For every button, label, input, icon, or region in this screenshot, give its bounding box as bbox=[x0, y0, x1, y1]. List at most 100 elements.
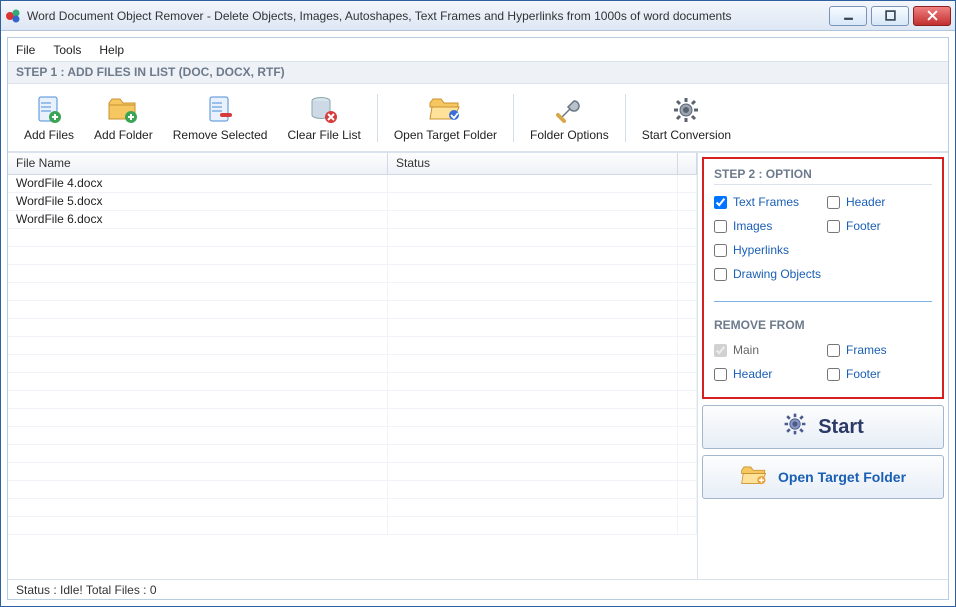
content-area: File Name Status WordFile 4.docxWordFile… bbox=[8, 152, 948, 579]
start-conversion-label: Start Conversion bbox=[642, 128, 731, 142]
remove-from-footer[interactable]: Footer bbox=[827, 367, 932, 381]
menu-file[interactable]: File bbox=[16, 43, 35, 57]
checkbox-images[interactable] bbox=[714, 220, 727, 233]
toolbar-separator bbox=[625, 94, 626, 142]
open-target-folder-label: Open Target Folder bbox=[394, 128, 497, 142]
folder-options-button[interactable]: Folder Options bbox=[522, 90, 617, 146]
table-row bbox=[8, 391, 697, 409]
table-row bbox=[8, 283, 697, 301]
table-row bbox=[8, 319, 697, 337]
table-row[interactable]: WordFile 6.docx bbox=[8, 211, 697, 229]
checkbox-rf-frames[interactable] bbox=[827, 344, 840, 357]
cell-file-name: WordFile 5.docx bbox=[8, 193, 388, 210]
checkbox-text-frames[interactable] bbox=[714, 196, 727, 209]
cell-status bbox=[388, 301, 678, 318]
cell-file-name bbox=[8, 265, 388, 282]
table-row[interactable]: WordFile 4.docx bbox=[8, 175, 697, 193]
open-target-label: Open Target Folder bbox=[778, 469, 906, 485]
step2-header: STEP 2 : OPTION bbox=[714, 167, 932, 185]
cell-status bbox=[388, 463, 678, 480]
open-target-folder-button[interactable]: Open Target Folder bbox=[386, 90, 505, 146]
app-window: Word Document Object Remover - Delete Ob… bbox=[0, 0, 956, 607]
table-row bbox=[8, 445, 697, 463]
cell-file-name bbox=[8, 319, 388, 336]
cell-file-name bbox=[8, 463, 388, 480]
maximize-button[interactable] bbox=[871, 6, 909, 26]
cell-status bbox=[388, 211, 678, 228]
folder-open-icon bbox=[740, 465, 768, 490]
folder-open-icon bbox=[428, 94, 462, 126]
cell-file-name bbox=[8, 247, 388, 264]
cell-file-name bbox=[8, 517, 388, 534]
remove-from-header[interactable]: Header bbox=[714, 367, 819, 381]
gear-icon bbox=[671, 94, 701, 126]
option-hyperlinks[interactable]: Hyperlinks bbox=[714, 243, 932, 257]
table-row[interactable]: WordFile 5.docx bbox=[8, 193, 697, 211]
checkbox-drawing-objects[interactable] bbox=[714, 268, 727, 281]
file-list[interactable]: WordFile 4.docxWordFile 5.docxWordFile 6… bbox=[8, 175, 697, 579]
option-header[interactable]: Header bbox=[827, 195, 932, 209]
start-conversion-button[interactable]: Start Conversion bbox=[634, 90, 739, 146]
cell-status bbox=[388, 373, 678, 390]
menu-tools[interactable]: Tools bbox=[53, 43, 81, 57]
close-button[interactable] bbox=[913, 6, 951, 26]
folder-options-label: Folder Options bbox=[530, 128, 609, 142]
cell-file-name: WordFile 4.docx bbox=[8, 175, 388, 192]
remove-from-frames[interactable]: Frames bbox=[827, 343, 932, 357]
checkbox-rf-footer[interactable] bbox=[827, 368, 840, 381]
remove-from-main[interactable]: Main bbox=[714, 343, 819, 357]
cell-status bbox=[388, 175, 678, 192]
toolbar-separator bbox=[513, 94, 514, 142]
status-text: Status : Idle! Total Files : 0 bbox=[16, 583, 157, 597]
remove-selected-label: Remove Selected bbox=[173, 128, 268, 142]
option-images[interactable]: Images bbox=[714, 219, 819, 233]
cell-status bbox=[388, 337, 678, 354]
app-icon bbox=[5, 8, 21, 24]
table-row bbox=[8, 355, 697, 373]
table-row bbox=[8, 373, 697, 391]
inner-frame: File Tools Help STEP 1 : ADD FILES IN LI… bbox=[7, 37, 949, 600]
option-footer[interactable]: Footer bbox=[827, 219, 932, 233]
cell-status bbox=[388, 445, 678, 462]
cell-file-name bbox=[8, 337, 388, 354]
add-folder-button[interactable]: Add Folder bbox=[86, 90, 161, 146]
cell-status bbox=[388, 247, 678, 264]
menubar: File Tools Help bbox=[8, 38, 948, 62]
file-remove-icon bbox=[206, 94, 234, 126]
add-folder-label: Add Folder bbox=[94, 128, 153, 142]
titlebar: Word Document Object Remover - Delete Ob… bbox=[1, 1, 955, 31]
option-drawing-objects[interactable]: Drawing Objects bbox=[714, 267, 932, 281]
cell-file-name bbox=[8, 481, 388, 498]
add-files-button[interactable]: Add Files bbox=[16, 90, 82, 146]
cell-status bbox=[388, 193, 678, 210]
toolbar: Add Files Add Folder Remove Selected Cle… bbox=[8, 84, 948, 152]
cell-status bbox=[388, 517, 678, 534]
minimize-button[interactable] bbox=[829, 6, 867, 26]
start-button[interactable]: Start bbox=[702, 405, 944, 449]
option-text-frames[interactable]: Text Frames bbox=[714, 195, 819, 209]
table-row bbox=[8, 463, 697, 481]
toolbar-separator bbox=[377, 94, 378, 142]
checkbox-header[interactable] bbox=[827, 196, 840, 209]
folder-add-icon bbox=[107, 94, 139, 126]
cell-status bbox=[388, 283, 678, 300]
clear-file-list-button[interactable]: Clear File List bbox=[279, 90, 368, 146]
cell-file-name bbox=[8, 499, 388, 516]
column-spacer bbox=[678, 153, 697, 174]
column-status[interactable]: Status bbox=[388, 153, 678, 174]
start-button-label: Start bbox=[818, 416, 864, 439]
checkbox-hyperlinks[interactable] bbox=[714, 244, 727, 257]
open-target-folder-side-button[interactable]: Open Target Folder bbox=[702, 455, 944, 499]
database-clear-icon bbox=[309, 94, 339, 126]
remove-from-header: REMOVE FROM bbox=[714, 318, 932, 335]
file-add-icon bbox=[35, 94, 63, 126]
checkbox-rf-header[interactable] bbox=[714, 368, 727, 381]
cell-status bbox=[388, 265, 678, 282]
table-row bbox=[8, 337, 697, 355]
menu-help[interactable]: Help bbox=[99, 43, 124, 57]
remove-selected-button[interactable]: Remove Selected bbox=[165, 90, 276, 146]
column-file-name[interactable]: File Name bbox=[8, 153, 388, 174]
checkbox-footer[interactable] bbox=[827, 220, 840, 233]
cell-file-name bbox=[8, 355, 388, 372]
options-grid: Text Frames Header Images Footer Hyperli… bbox=[714, 195, 932, 281]
